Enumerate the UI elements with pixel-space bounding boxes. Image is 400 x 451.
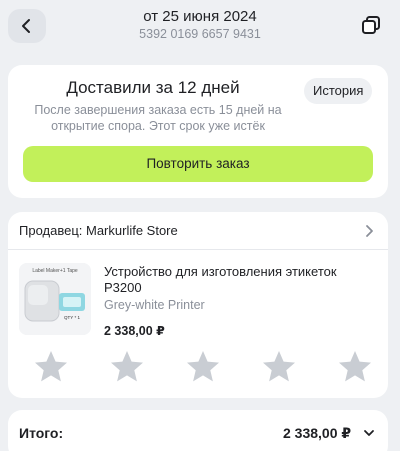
- star-icon[interactable]: [33, 349, 69, 385]
- delivery-status-card: Доставили за 12 дней История После завер…: [8, 65, 388, 198]
- delivery-status-title: Доставили за 12 дней: [66, 78, 240, 97]
- label-printer-image: Label Maker+1 Tape QTY * 1: [19, 263, 91, 335]
- product-price: 2 338,00 ₽: [104, 324, 165, 338]
- order-details-screen: от 25 июня 2024 5392 0169 6657 9431 Дост…: [0, 0, 400, 451]
- repeat-order-button[interactable]: Повторить заказ: [23, 146, 373, 182]
- header: от 25 июня 2024 5392 0169 6657 9431: [0, 0, 400, 56]
- star-icon[interactable]: [337, 349, 373, 385]
- product-image[interactable]: Label Maker+1 Tape QTY * 1: [19, 263, 91, 335]
- copy-icon: [362, 16, 380, 34]
- order-number: 5392 0169 6657 9431: [139, 27, 261, 41]
- order-total-card: Итого: 2 338,00 ₽: [8, 410, 388, 451]
- star-icon[interactable]: [185, 349, 221, 385]
- history-button[interactable]: История: [304, 78, 373, 104]
- rating-stars: [33, 349, 373, 385]
- total-value[interactable]: 2 338,00 ₽: [283, 425, 351, 442]
- chevron-right-icon: [366, 225, 373, 237]
- star-icon[interactable]: [109, 349, 145, 385]
- dispute-note: После завершения заказа есть 15 дней на …: [34, 103, 282, 133]
- product-image-caption: Label Maker+1 Tape: [32, 268, 78, 274]
- star-icon[interactable]: [261, 349, 297, 385]
- product-image-tag: QTY * 1: [64, 315, 80, 320]
- total-label: Итого:: [19, 425, 64, 441]
- product-name[interactable]: Устройство для изготовления этикеток P32…: [104, 264, 374, 296]
- copy-order-number-button[interactable]: [360, 14, 382, 36]
- product-variant: Grey-white Printer: [104, 298, 205, 312]
- seller-label: Продавец: Markurlife Store: [19, 223, 178, 238]
- order-date-title: от 25 июня 2024: [143, 8, 257, 25]
- seller-row[interactable]: Продавец: Markurlife Store: [8, 212, 388, 250]
- chevron-down-icon[interactable]: [363, 427, 375, 439]
- order-items-card: Продавец: Markurlife Store Label Maker+1…: [8, 212, 388, 398]
